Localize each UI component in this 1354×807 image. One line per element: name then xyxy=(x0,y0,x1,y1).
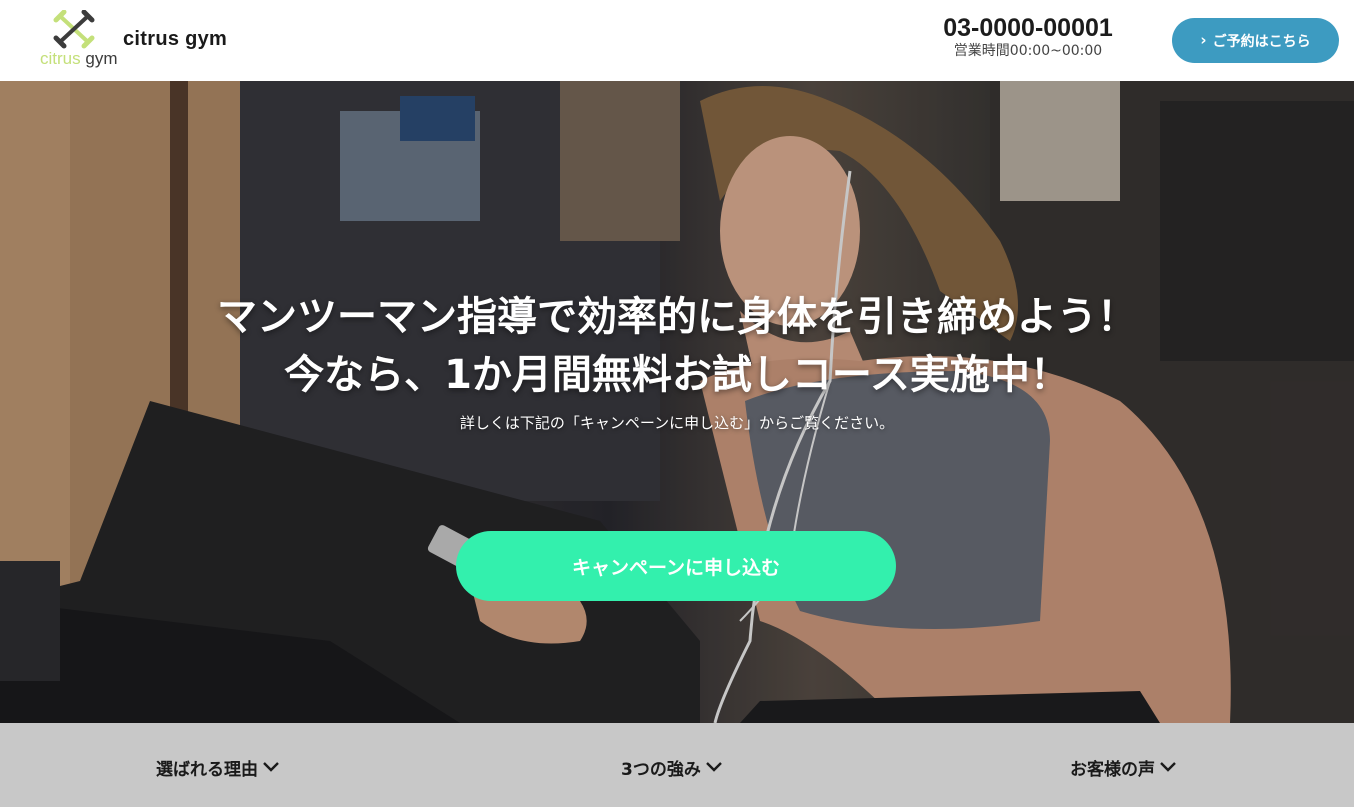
reserve-button[interactable]: › ご予約はこちら xyxy=(1172,18,1339,63)
reserve-button-label: ご予約はこちら xyxy=(1212,33,1311,50)
logo-word-citrus: citrus xyxy=(40,49,81,68)
chevron-down-icon xyxy=(1160,762,1176,772)
logo-wordmark: citrus gym xyxy=(40,49,117,68)
site-header: citrus gym citrus gym 03-0000-00001 営業時間… xyxy=(0,0,1354,81)
campaign-apply-button[interactable]: キャンペーンに申し込む xyxy=(456,531,896,601)
nav-item-reasons[interactable]: 選ばれる理由 xyxy=(156,755,280,780)
hero-headline-line2: 今なら、1か月間無料お試しコース実施中！ xyxy=(284,352,1070,398)
nav-item-testimonials[interactable]: お客様の声 xyxy=(1070,755,1177,780)
logo[interactable]: citrus gym xyxy=(38,10,117,72)
hero-section: マンツーマン指導で効率的に身体を引き締めよう！ 今なら、1か月間無料お試しコース… xyxy=(0,81,1354,723)
chevron-right-icon: › xyxy=(1200,31,1207,49)
business-hours: 営業時間00:00~00:00 xyxy=(953,43,1103,59)
phone-number[interactable]: 03-0000-00001 xyxy=(920,14,1136,42)
nav-item-label: 3つの強み xyxy=(621,759,701,780)
dumbbell-icon xyxy=(53,10,95,49)
nav-item-label: お客様の声 xyxy=(1070,759,1155,780)
hero-headline: マンツーマン指導で効率的に身体を引き締めよう！ 今なら、1か月間無料お試しコース… xyxy=(0,288,1354,404)
hero-headline-line1: マンツーマン指導で効率的に身体を引き締めよう！ xyxy=(217,294,1137,340)
brand-name[interactable]: citrus gym xyxy=(123,28,227,51)
section-nav: 選ばれる理由 3つの強み お客様の声 xyxy=(0,723,1354,807)
contact-info: 03-0000-00001 営業時間00:00~00:00 xyxy=(920,14,1136,60)
hero-subtext: 詳しくは下記の「キャンペーンに申し込む」からご覧ください。 xyxy=(459,414,895,432)
chevron-down-icon xyxy=(263,762,279,772)
chevron-down-icon xyxy=(705,762,722,772)
nav-item-strengths[interactable]: 3つの強み xyxy=(621,755,723,780)
nav-item-label: 選ばれる理由 xyxy=(156,759,258,780)
logo-word-gym: gym xyxy=(85,49,118,68)
